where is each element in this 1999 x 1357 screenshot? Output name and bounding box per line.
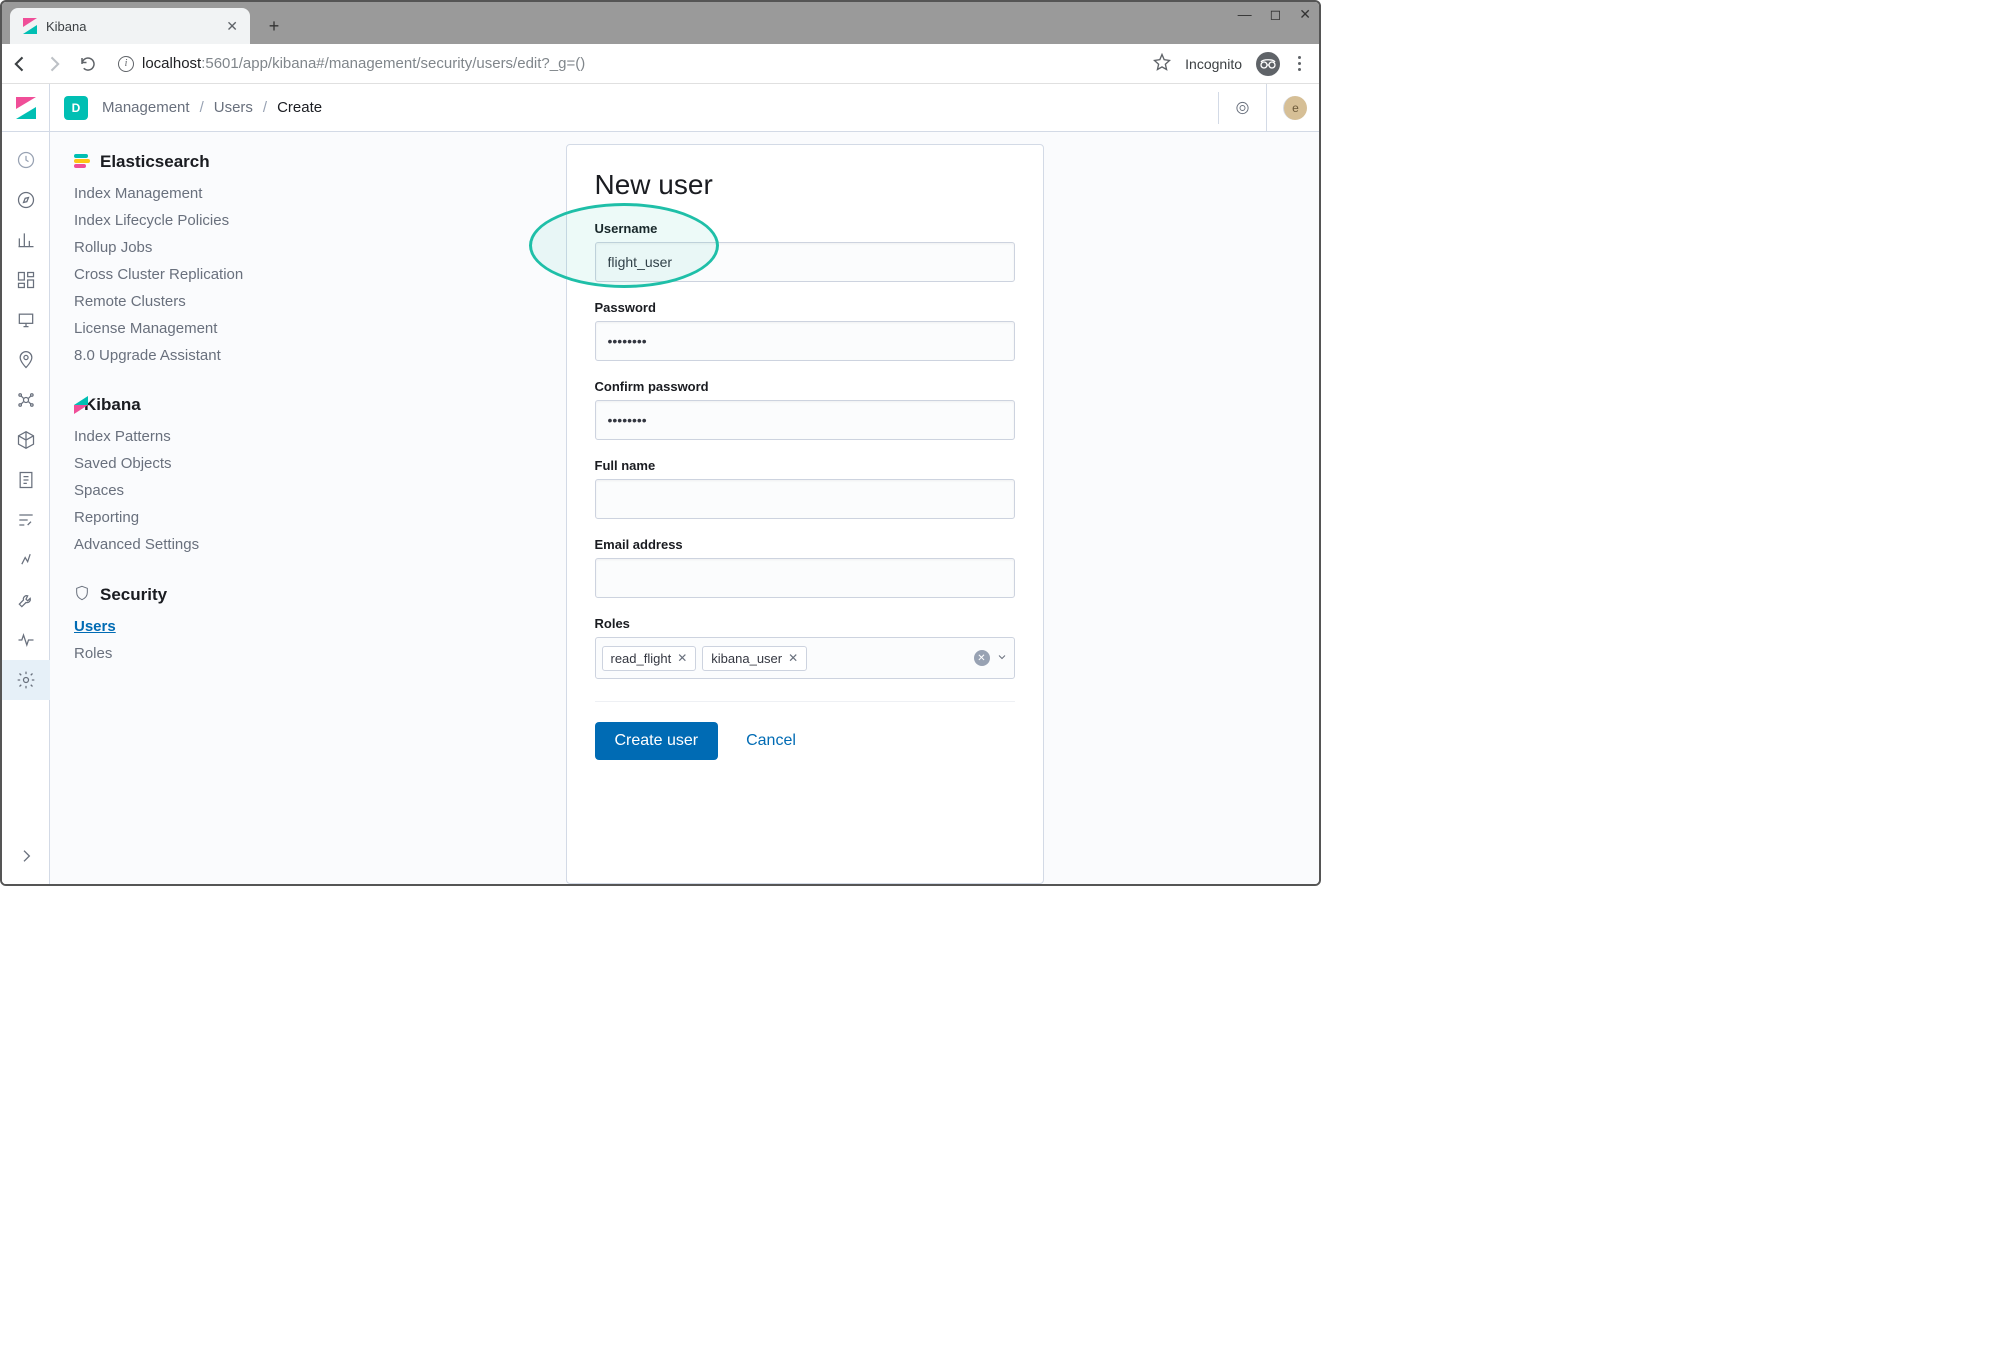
rail-canvas-icon[interactable] (2, 300, 50, 340)
new-tab-button[interactable]: + (260, 12, 288, 40)
rail-recent-icon[interactable] (2, 140, 50, 180)
nav-forward-button[interactable] (44, 54, 64, 74)
main-area: Elasticsearch Index Management Index Lif… (2, 132, 1319, 884)
role-pill: read_flight ✕ (602, 646, 697, 671)
mgmt-link-license[interactable]: License Management (74, 319, 282, 338)
mgmt-link-spaces[interactable]: Spaces (74, 481, 282, 500)
rail-dashboard-icon[interactable] (2, 260, 50, 300)
remove-role-icon[interactable]: ✕ (788, 651, 798, 665)
page-title: New user (595, 169, 1015, 201)
space-selector[interactable]: D (64, 96, 88, 120)
create-user-button[interactable]: Create user (595, 722, 719, 760)
browser-tab-strip: Kibana ✕ + — ◻ ✕ (2, 2, 1319, 44)
breadcrumb: Management / Users / Create (102, 99, 322, 116)
new-user-form-panel: New user Username Password Confirm passw… (566, 144, 1044, 884)
rail-monitoring-icon[interactable] (2, 620, 50, 660)
mgmt-link-advanced-settings[interactable]: Advanced Settings (74, 535, 282, 554)
rail-expand-icon[interactable] (2, 836, 50, 876)
rail-management-icon[interactable] (2, 660, 50, 700)
window-maximize-icon[interactable]: ◻ (1270, 6, 1282, 23)
chevron-down-icon[interactable] (996, 650, 1008, 666)
password-input[interactable] (595, 321, 1015, 361)
cancel-button[interactable]: Cancel (746, 732, 796, 750)
mgmt-link-remote-clusters[interactable]: Remote Clusters (74, 292, 282, 311)
kibana-logo[interactable] (2, 84, 50, 132)
browser-window: Kibana ✕ + — ◻ ✕ i localhost:5601/app/ki… (0, 0, 1321, 886)
rail-apm-icon[interactable] (2, 500, 50, 540)
remove-role-icon[interactable]: ✕ (677, 651, 687, 665)
shield-icon (74, 584, 90, 605)
roles-label: Roles (595, 616, 1015, 631)
kibana-favicon (22, 18, 38, 34)
rail-ml-icon[interactable] (2, 380, 50, 420)
newsfeed-icon[interactable] (1218, 92, 1250, 124)
full-name-label: Full name (595, 458, 1015, 473)
breadcrumb-users[interactable]: Users (214, 99, 253, 116)
mgmt-section-title: Kibana (84, 395, 141, 415)
browser-tab-active[interactable]: Kibana ✕ (10, 8, 250, 44)
rail-discover-icon[interactable] (2, 180, 50, 220)
tab-title: Kibana (46, 19, 218, 34)
mgmt-section-security: Security Users Roles (74, 584, 282, 663)
rail-maps-icon[interactable] (2, 340, 50, 380)
rail-infrastructure-icon[interactable] (2, 420, 50, 460)
window-minimize-icon[interactable]: — (1238, 6, 1252, 23)
elasticsearch-icon (74, 154, 90, 170)
email-input[interactable] (595, 558, 1015, 598)
rail-uptime-icon[interactable] (2, 540, 50, 580)
mgmt-section-title: Elasticsearch (100, 152, 210, 172)
roles-combobox[interactable]: read_flight ✕ kibana_user ✕ ✕ (595, 637, 1015, 679)
mgmt-link-index-patterns[interactable]: Index Patterns (74, 427, 282, 446)
side-nav-rail (2, 132, 50, 884)
window-close-icon[interactable]: ✕ (1299, 6, 1311, 23)
mgmt-link-ccr[interactable]: Cross Cluster Replication (74, 265, 282, 284)
clear-roles-icon[interactable]: ✕ (974, 650, 990, 666)
rail-visualize-icon[interactable] (2, 220, 50, 260)
mgmt-link-saved-objects[interactable]: Saved Objects (74, 454, 282, 473)
mgmt-section-kibana: Kibana Index Patterns Saved Objects Spac… (74, 395, 282, 554)
confirm-password-input[interactable] (595, 400, 1015, 440)
mgmt-link-ilm[interactable]: Index Lifecycle Policies (74, 211, 282, 230)
breadcrumb-management[interactable]: Management (102, 99, 190, 116)
rail-logs-icon[interactable] (2, 460, 50, 500)
username-label: Username (595, 221, 1015, 236)
confirm-password-label: Confirm password (595, 379, 1015, 394)
mgmt-link-upgrade[interactable]: 8.0 Upgrade Assistant (74, 346, 282, 365)
role-pill: kibana_user ✕ (702, 646, 807, 671)
form-divider (595, 701, 1015, 702)
incognito-icon[interactable] (1256, 52, 1280, 76)
user-avatar[interactable]: e (1283, 96, 1307, 120)
mgmt-section-title: Security (100, 585, 167, 605)
mgmt-link-rollup[interactable]: Rollup Jobs (74, 238, 282, 257)
breadcrumb-create: Create (277, 99, 322, 116)
management-sidebar: Elasticsearch Index Management Index Lif… (50, 132, 290, 884)
role-pill-label: read_flight (611, 651, 672, 666)
browser-menu-icon[interactable] (1294, 56, 1305, 71)
mgmt-link-roles[interactable]: Roles (74, 644, 282, 663)
mgmt-link-index-management[interactable]: Index Management (74, 184, 282, 203)
kibana-header: D Management / Users / Create e (2, 84, 1319, 132)
incognito-label: Incognito (1185, 56, 1242, 72)
browser-toolbar: i localhost:5601/app/kibana#/management/… (2, 44, 1319, 84)
url-text: localhost:5601/app/kibana#/management/se… (142, 55, 585, 72)
rail-dev-tools-icon[interactable] (2, 580, 50, 620)
window-controls: — ◻ ✕ (1238, 6, 1311, 23)
email-label: Email address (595, 537, 1015, 552)
mgmt-link-reporting[interactable]: Reporting (74, 508, 282, 527)
password-label: Password (595, 300, 1015, 315)
mgmt-link-users[interactable]: Users (74, 617, 282, 636)
tab-close-icon[interactable]: ✕ (226, 18, 238, 35)
bookmark-star-icon[interactable] (1153, 53, 1171, 74)
site-info-icon[interactable]: i (118, 56, 134, 72)
nav-back-button[interactable] (10, 54, 30, 74)
mgmt-section-elasticsearch: Elasticsearch Index Management Index Lif… (74, 152, 282, 365)
reload-button[interactable] (78, 54, 98, 74)
url-bar[interactable]: i localhost:5601/app/kibana#/management/… (112, 55, 1139, 72)
content-area: New user Username Password Confirm passw… (290, 132, 1319, 884)
username-input[interactable] (595, 242, 1015, 282)
full-name-input[interactable] (595, 479, 1015, 519)
role-pill-label: kibana_user (711, 651, 782, 666)
